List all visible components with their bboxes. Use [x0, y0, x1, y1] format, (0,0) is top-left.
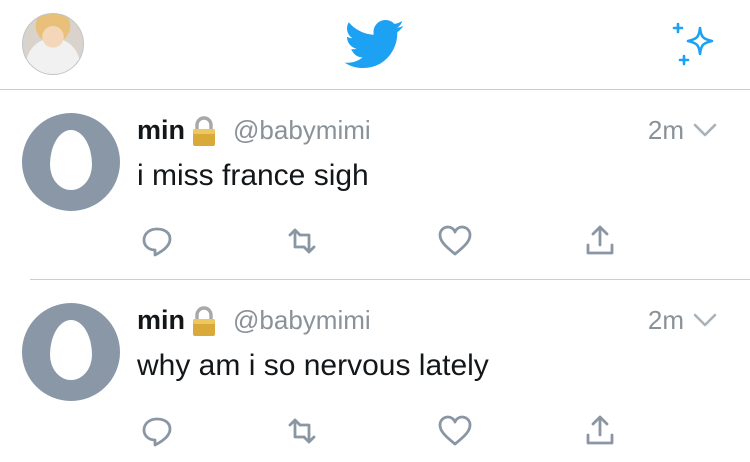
- like-icon[interactable]: [435, 411, 475, 451]
- default-egg-avatar[interactable]: [22, 303, 120, 401]
- display-name[interactable]: min: [137, 305, 185, 336]
- like-icon[interactable]: [435, 221, 475, 261]
- top-bar: [0, 0, 750, 90]
- default-egg-avatar[interactable]: [22, 113, 120, 211]
- tweet[interactable]: min @babymimi 2m why am i so nervous lat…: [0, 281, 750, 462]
- twitter-bird-icon[interactable]: [345, 20, 405, 70]
- user-handle[interactable]: @babymimi: [233, 305, 371, 336]
- tweet-header: min @babymimi: [137, 303, 371, 337]
- profile-avatar[interactable]: [22, 13, 84, 75]
- reply-icon[interactable]: [137, 411, 177, 451]
- share-icon[interactable]: [580, 411, 620, 451]
- tweet-header: min @babymimi: [137, 113, 371, 147]
- user-handle[interactable]: @babymimi: [233, 115, 371, 146]
- tweet-text: i miss france sigh: [137, 159, 369, 192]
- tweet-timestamp: 2m: [647, 304, 684, 335]
- padlock-icon: [193, 116, 216, 146]
- sparkle-icon[interactable]: [668, 20, 720, 68]
- retweet-icon[interactable]: [282, 411, 322, 451]
- tweet-meta: 2m: [648, 303, 718, 337]
- tweet-text: why am i so nervous lately: [137, 349, 489, 382]
- share-icon[interactable]: [580, 221, 620, 261]
- chevron-down-icon[interactable]: [692, 310, 718, 330]
- chevron-down-icon[interactable]: [692, 120, 718, 140]
- tweet-meta: 2m: [648, 113, 718, 147]
- padlock-icon: [193, 306, 216, 336]
- reply-icon[interactable]: [137, 221, 177, 261]
- tweet-timestamp: 2m: [647, 114, 684, 145]
- retweet-icon[interactable]: [282, 221, 322, 261]
- display-name[interactable]: min: [137, 115, 185, 146]
- tweet[interactable]: min @babymimi 2m i miss france sigh: [0, 91, 750, 280]
- tweet-divider: [30, 279, 750, 280]
